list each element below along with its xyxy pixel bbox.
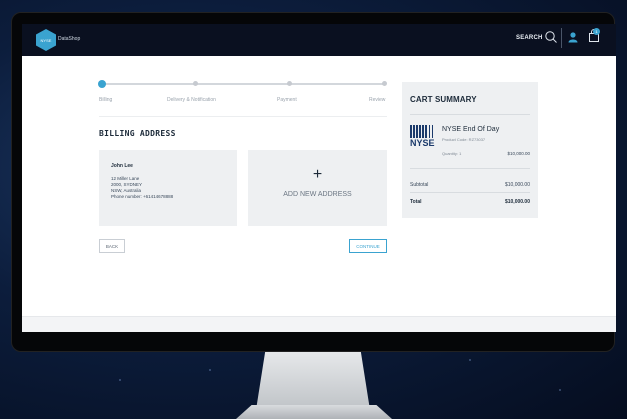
billing-title: BILLING ADDRESS [99, 129, 176, 138]
cart-summary-panel: CART SUMMARY NYSE NYSE End Of Day Produc… [402, 82, 538, 218]
step-label-billing[interactable]: Billing [99, 97, 112, 103]
address-line: 2000, SYDNEY [111, 182, 143, 187]
search-icon[interactable] [544, 30, 558, 44]
nyse-logo: NYSE [410, 125, 435, 151]
step-label-payment[interactable]: Payment [277, 97, 297, 103]
section-divider [99, 116, 387, 117]
cart-divider [410, 114, 530, 115]
total-label: Total [410, 199, 422, 205]
add-new-address-label: ADD NEW ADDRESS [283, 191, 352, 198]
step-label-review[interactable]: Review [369, 97, 385, 103]
checkout-progress-track [101, 83, 385, 85]
subtotal-label: Subtotal [410, 182, 429, 188]
top-nav: NYSE DataShop SEARCH 1 [22, 24, 616, 56]
monitor-stand [256, 352, 370, 410]
product-price: $10,000.00 [507, 151, 530, 156]
product-name[interactable]: NYSE End Of Day [442, 126, 499, 133]
nav-divider [561, 28, 562, 48]
address-card[interactable]: John Lee 12 Miller Lane 2000, SYDNEY NSW… [99, 150, 237, 226]
plus-icon: + [312, 166, 323, 183]
brand-logo[interactable]: NYSE [36, 29, 56, 51]
step-label-delivery[interactable]: Delivery & Notification [167, 97, 216, 103]
back-button[interactable]: BACK [99, 239, 125, 253]
subtotal-value: $10,000.00 [504, 182, 530, 188]
logo-text: NYSE [40, 37, 52, 43]
product-quantity: Quantity: 1 [442, 151, 462, 156]
step-dot-billing[interactable] [98, 80, 106, 88]
cart-divider [410, 192, 530, 193]
nyse-logo-text: NYSE [410, 138, 435, 148]
address-phone: Phone number: +61414678888 [111, 194, 174, 199]
cart-count-badge: 1 [593, 28, 600, 35]
page-footer [22, 316, 616, 332]
address-line: 12 Miller Lane [111, 176, 140, 181]
address-line: NSW, Australia [111, 188, 142, 193]
cart-divider [410, 168, 530, 169]
address-name: John Lee [111, 163, 133, 169]
search-label[interactable]: SEARCH [516, 35, 543, 41]
monitor-stand-base [236, 405, 392, 419]
total-value: $10,000.00 [504, 199, 530, 205]
continue-button[interactable]: CONTINUE [349, 239, 387, 253]
add-new-address-card[interactable]: + ADD NEW ADDRESS [248, 150, 387, 226]
user-icon[interactable] [567, 31, 579, 43]
step-dot-delivery[interactable] [193, 81, 198, 86]
monitor-screen: NYSE DataShop SEARCH 1 Billing Delivery … [22, 24, 616, 332]
brand-name[interactable]: DataShop [58, 36, 80, 42]
cart-summary-title: CART SUMMARY [410, 95, 477, 104]
product-code: Product Code: RZ73037 [442, 137, 486, 142]
step-dot-payment[interactable] [287, 81, 292, 86]
step-dot-review[interactable] [382, 81, 387, 86]
